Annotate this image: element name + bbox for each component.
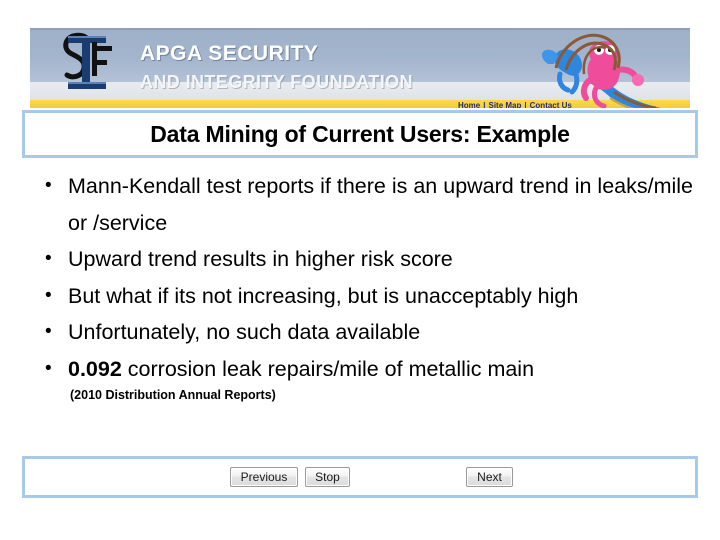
bullet-text: Mann-Kendall test reports if there is an… [68,174,694,235]
bullet-list: Mann-Kendall test reports if there is an… [26,168,698,405]
nav-link-home[interactable]: Home [458,101,480,109]
cartoon-characters-illustration [526,28,676,108]
nav-separator-1: | [483,100,486,109]
bullet-text: Unfortunately, no such data available [68,320,421,344]
presentation-control-bar: Previous Stop Next [22,456,698,498]
previous-button[interactable]: Previous [230,467,298,487]
bullet-text: But what if its not increasing, but is u… [68,283,579,308]
bullet-text: corrosion leak repairs/mile of metallic … [121,356,535,381]
slide-title-box: Data Mining of Current Users: Example [22,110,698,158]
list-item: Unfortunately, no such data available [26,314,698,351]
banner-org-line1: APGA SECURITY [140,42,319,65]
slide-body: Mann-Kendall test reports if there is an… [26,168,698,405]
list-item: Upward trend results in higher risk scor… [26,241,698,278]
sif-logo-icon [58,30,120,96]
list-item: 0.092 corrosion leak repairs/mile of met… [26,351,698,406]
nav-link-site-map[interactable]: Site Map [488,101,521,109]
list-item: Mann-Kendall test reports if there is an… [26,168,698,241]
bullet-source-note: (2010 Distribution Annual Reports) [70,388,276,402]
next-button[interactable]: Next [466,467,513,487]
bullet-highlight-value: 0.092 [68,356,122,381]
banner-org-line2: AND INTEGRITY FOUNDATION [140,72,413,92]
page-title: Data Mining of Current Users: Example [150,120,570,147]
stop-button[interactable]: Stop [305,467,350,487]
bullet-text: Upward trend results in higher risk scor… [68,247,453,271]
list-item: But what if its not increasing, but is u… [26,278,698,315]
site-banner: APGA SECURITY AND INTEGRITY FOUNDATION H… [30,28,690,108]
